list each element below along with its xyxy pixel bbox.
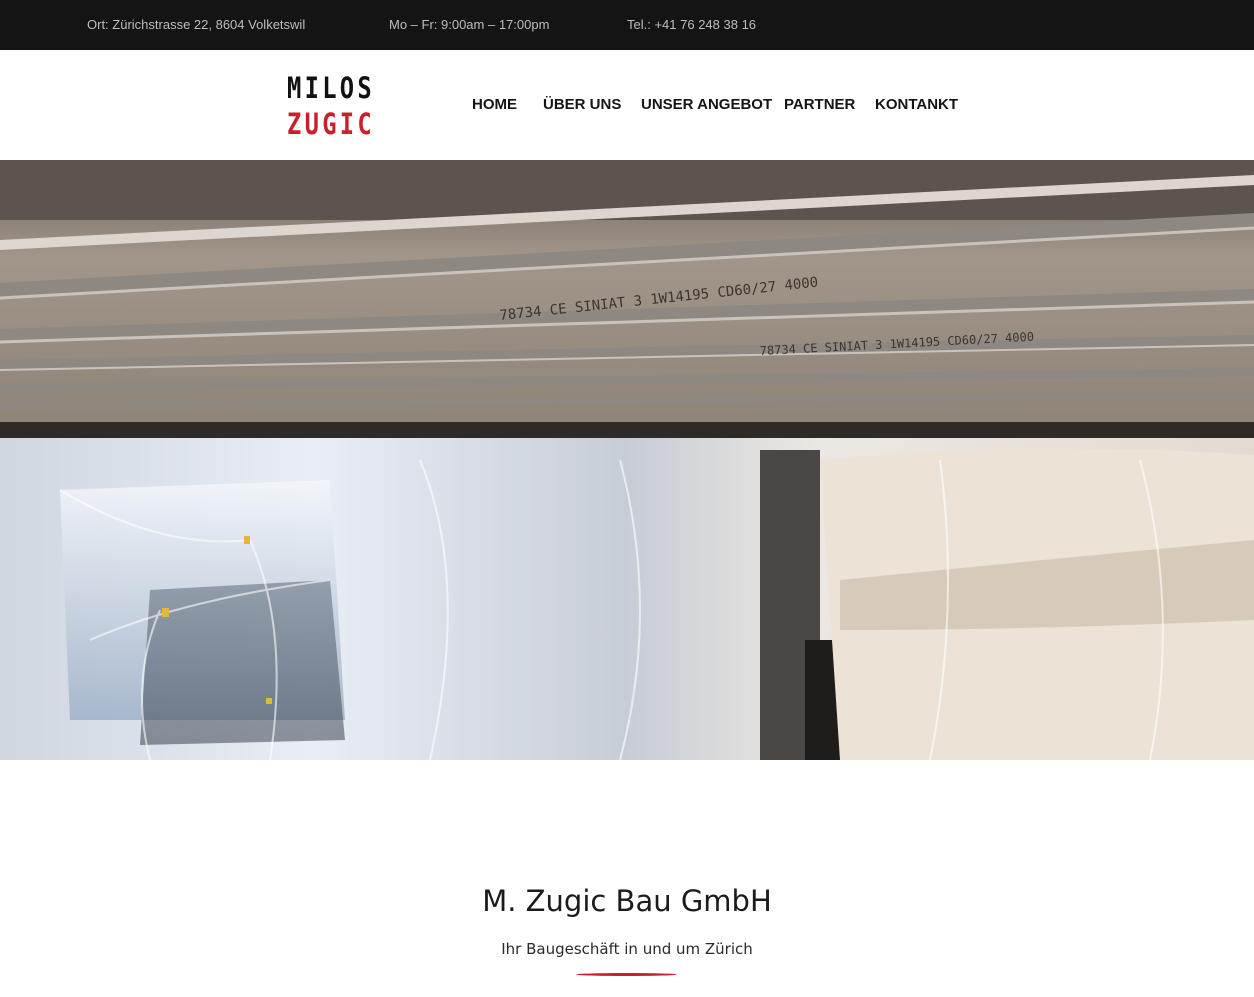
main-navigation: HOME ÜBER UNS UNSER ANGEBOT PARTNER KONT… (0, 96, 1254, 116)
hero-image-illustration: 78734 CE SINIAT 3 1W14195 CD60/27 4000 7… (0, 160, 1254, 760)
intro-section: M. Zugic Bau GmbH Ihr Baugeschäft in und… (0, 760, 1254, 997)
site-header: MILOS ZUGIC HOME ÜBER UNS UNSER ANGEBOT … (0, 50, 1254, 160)
opening-hours-text: Mo – Fr: 9:00am – 17:00pm (389, 17, 550, 32)
phone-text[interactable]: Tel.: +41 76 248 38 16 (627, 17, 756, 32)
title-divider (576, 973, 677, 976)
hero-construction-photo: 78734 CE SINIAT 3 1W14195 CD60/27 4000 7… (0, 160, 1254, 760)
nav-item-kontakt[interactable]: KONTANKT (875, 96, 958, 113)
company-title: M. Zugic Bau GmbH (482, 884, 772, 918)
company-tagline: Ihr Baugeschäft in und um Zürich (501, 940, 753, 958)
nav-item-partner[interactable]: PARTNER (784, 96, 855, 113)
address-text: Ort: Zürichstrasse 22, 8604 Volketswil (87, 17, 306, 32)
nav-item-home[interactable]: HOME (472, 96, 517, 113)
top-info-bar: Ort: Zürichstrasse 22, 8604 Volketswil M… (0, 0, 1254, 50)
nav-item-ueber-uns[interactable]: ÜBER UNS (543, 96, 621, 113)
nav-item-unser-angebot[interactable]: UNSER ANGEBOT (641, 96, 772, 113)
